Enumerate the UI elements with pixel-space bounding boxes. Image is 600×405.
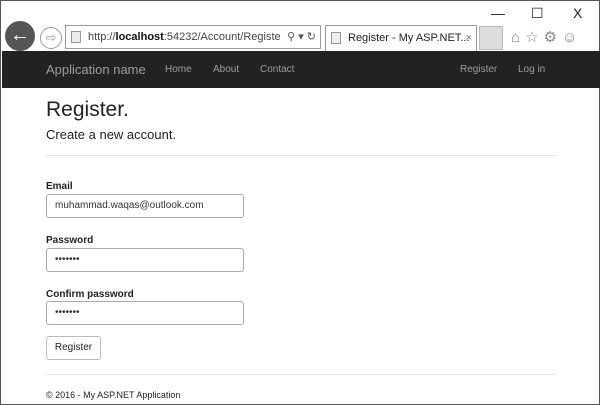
home-icon[interactable]: ⌂ <box>511 29 525 46</box>
star-icon[interactable]: ☆ <box>525 29 543 46</box>
forward-arrow-icon[interactable]: ⇨ <box>40 27 62 49</box>
divider <box>46 155 556 156</box>
browser-chrome: — ☐ X ← ⇨ http://localhost:54232/Account… <box>1 1 599 51</box>
main-content: Register. Create a new account. <box>46 98 556 156</box>
navbar: Application name Home About Contact Regi… <box>2 51 600 88</box>
page-icon <box>331 32 341 44</box>
nav-register[interactable]: Register <box>460 64 497 75</box>
brand-link[interactable]: Application name <box>46 62 146 77</box>
back-arrow-icon[interactable]: ← <box>5 21 35 51</box>
confirm-password-field[interactable]: ••••••• <box>46 301 244 325</box>
browser-window: — ☐ X ← ⇨ http://localhost:54232/Account… <box>0 0 600 405</box>
page-title: Register. <box>46 98 129 121</box>
address-bar[interactable]: http://localhost:54232/Account/Registe ⚲… <box>65 25 321 49</box>
url-prefix: http:// <box>88 31 116 43</box>
url-host: localhost <box>115 31 164 43</box>
gear-icon[interactable]: ⚙ <box>544 29 562 46</box>
tab-register[interactable]: Register - My ASP.NET... × <box>325 25 477 51</box>
email-label: Email <box>46 181 73 192</box>
register-button[interactable]: Register <box>46 336 101 360</box>
nav-home[interactable]: Home <box>165 64 192 75</box>
nav-contact[interactable]: Contact <box>260 64 294 75</box>
footer: © 2016 - My ASP.NET Application <box>46 390 181 400</box>
tab-title: Register - My ASP.NET... <box>348 32 470 44</box>
toolbar-icons[interactable]: ⌂☆⚙☺ <box>511 28 582 46</box>
footer-divider <box>46 374 556 375</box>
close-tab-icon[interactable]: × <box>466 26 472 50</box>
url-path: :54232/Account/Registe <box>163 31 281 43</box>
email-field[interactable]: muhammad.waqas@outlook.com <box>46 194 244 218</box>
nav-about[interactable]: About <box>213 64 239 75</box>
page-subtitle: Create a new account. <box>46 127 177 142</box>
new-tab-button[interactable] <box>479 26 503 50</box>
password-field[interactable]: ••••••• <box>46 248 244 272</box>
confirm-password-label: Confirm password <box>46 289 134 300</box>
minimize-button[interactable]: — <box>491 5 505 21</box>
page-icon <box>71 31 81 43</box>
search-refresh-icons[interactable]: ⚲ ▾ ↻ <box>287 26 316 48</box>
close-window-button[interactable]: X <box>573 5 582 21</box>
password-label: Password <box>46 235 94 246</box>
nav-login[interactable]: Log in <box>518 64 545 75</box>
maximize-button[interactable]: ☐ <box>531 5 544 22</box>
smiley-icon[interactable]: ☺ <box>562 29 582 46</box>
